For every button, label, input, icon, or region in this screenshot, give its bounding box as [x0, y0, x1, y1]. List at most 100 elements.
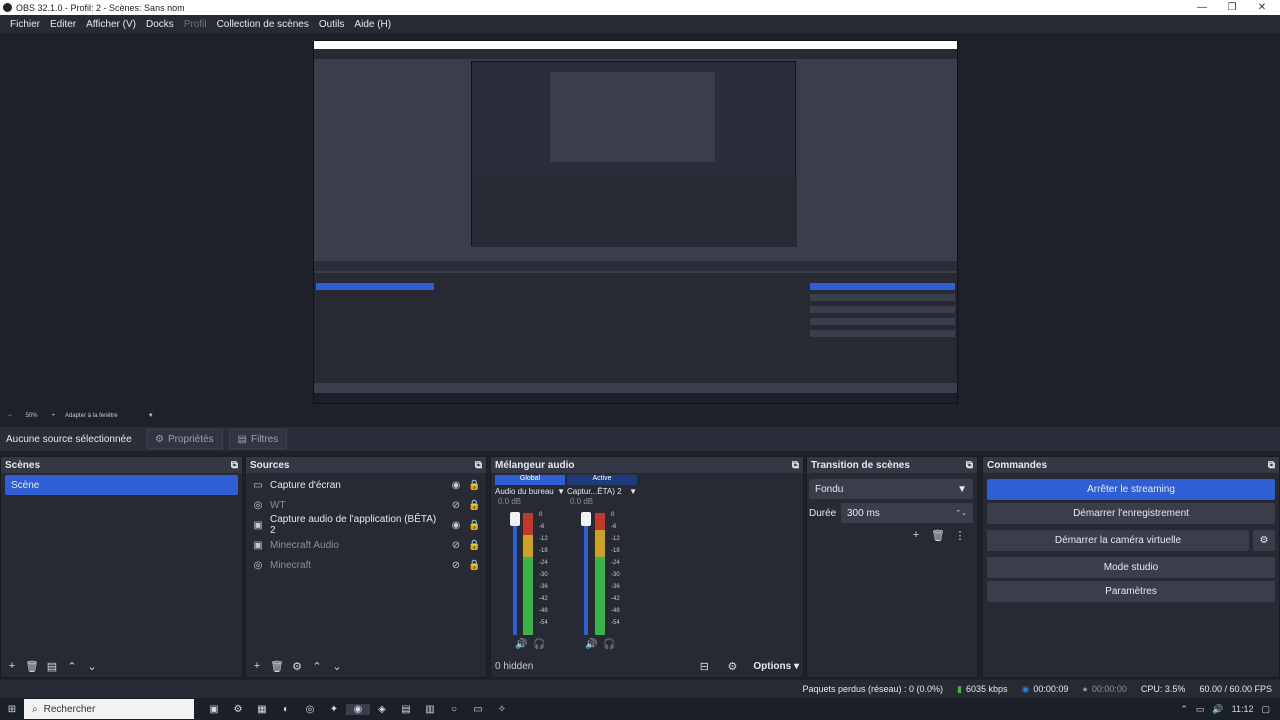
undock-icon[interactable]: ⧉ — [475, 460, 482, 471]
eye-hidden-icon[interactable]: ⊘ — [450, 540, 462, 551]
add-scene-icon[interactable]: + — [5, 660, 19, 672]
lock-icon[interactable]: 🔒 — [468, 560, 480, 571]
settings-button[interactable]: Paramètres — [987, 581, 1275, 602]
source-item[interactable]: ◎ WT ⊘ 🔒 — [246, 495, 486, 515]
speaker-icon[interactable]: 🔊 — [515, 639, 527, 650]
eye-icon[interactable]: ◉ — [450, 520, 462, 531]
trash-icon[interactable]: 🗑 — [270, 660, 284, 673]
volume-icon[interactable]: 🔊 — [1212, 704, 1223, 715]
zoom-mode-select[interactable]: Adapter à la fenêtre — [65, 413, 118, 419]
add-source-icon[interactable]: + — [250, 660, 264, 672]
menu-collection-scenes[interactable]: Collection de scènes — [212, 19, 314, 30]
eye-hidden-icon[interactable]: ⊘ — [450, 500, 462, 511]
move-up-icon[interactable]: ⌃ — [310, 660, 324, 673]
zoom-in-button[interactable]: + — [52, 413, 56, 419]
clock[interactable]: 11:12 — [1232, 704, 1254, 714]
channel-name-select[interactable]: Audio du bureau ▼ — [495, 485, 565, 497]
more-icon[interactable]: ⋮ — [953, 529, 967, 542]
nested-titlebar — [314, 41, 957, 49]
tray-chevron-icon[interactable]: ⌃ — [1180, 704, 1188, 715]
studio-mode-button[interactable]: Mode studio — [987, 557, 1275, 578]
meter-scale: 0 -6 -12 -18 -24 -30 -36 -42 -48 -54 — [611, 512, 620, 626]
opera-icon[interactable]: ○ — [442, 704, 466, 715]
meter-scale: 0 -6 -12 -18 -24 -30 -36 -42 -48 -54 — [539, 512, 548, 626]
lock-icon[interactable]: 🔒 — [468, 500, 480, 511]
zoom-out-button[interactable]: − — [8, 413, 12, 419]
channel-name-select[interactable]: Captur...ÊTA) 2 ▼ — [567, 485, 637, 497]
settings-app-icon[interactable]: ⚙ — [226, 704, 250, 715]
menu-outils[interactable]: Outils — [314, 19, 350, 30]
start-virtual-camera-button[interactable]: Démarrer la caméra virtuelle — [987, 530, 1249, 551]
filter-icon[interactable]: ▤ — [45, 660, 59, 673]
duration-spinbox[interactable]: 300 ms ⌃⌄ — [841, 503, 973, 523]
gear-icon[interactable]: ⚙ — [725, 660, 739, 673]
menu-docks[interactable]: Docks — [141, 19, 179, 30]
menu-afficher[interactable]: Afficher (V) — [81, 19, 141, 30]
taskbar-search[interactable]: ⌕ Rechercher — [24, 699, 194, 719]
close-icon[interactable]: ✕ — [1252, 0, 1272, 15]
obs-app-icon[interactable]: ◉ — [346, 703, 370, 715]
options-button[interactable]: Options ▾ — [753, 661, 799, 672]
menu-editer[interactable]: Editer — [45, 19, 81, 30]
taskview-icon[interactable]: ▣ — [202, 704, 226, 715]
source-item[interactable]: ▣ Minecraft Audio ⊘ 🔒 — [246, 535, 486, 555]
transition-select[interactable]: Fondu ▼ — [809, 479, 973, 499]
menu-aide[interactable]: Aide (H) — [349, 19, 396, 30]
move-down-icon[interactable]: ⌄ — [85, 660, 99, 673]
notification-icon[interactable]: ▢ — [1261, 704, 1270, 715]
app-icon[interactable]: ▥ — [418, 704, 442, 715]
minimize-icon[interactable]: — — [1192, 0, 1212, 15]
fps: 60.00 / 60.00 FPS — [1199, 684, 1272, 694]
firefox-icon[interactable]: ◐ — [274, 704, 298, 715]
undock-icon[interactable]: ⧉ — [792, 460, 799, 471]
source-item[interactable]: ▭ Capture d'écran ◉ 🔒 — [246, 475, 486, 495]
stop-streaming-button[interactable]: Arrêter le streaming — [987, 479, 1275, 500]
eye-icon[interactable]: ◉ — [450, 480, 462, 491]
scene-item[interactable]: Scène — [5, 475, 238, 495]
chevron-down-icon[interactable]: ▼ — [148, 413, 154, 419]
gear-icon[interactable]: ⚙ — [1253, 530, 1275, 551]
lock-icon[interactable]: 🔒 — [468, 520, 480, 531]
maximize-icon[interactable]: ❐ — [1222, 0, 1242, 15]
search-icon: ⌕ — [32, 703, 38, 715]
nested-menubar — [314, 49, 957, 59]
filters-button[interactable]: ▤ Filtres — [228, 429, 288, 449]
source-item[interactable]: ▣ Capture audio de l'application (BÊTA) … — [246, 514, 486, 536]
layout-icon[interactable]: ⊟ — [697, 660, 711, 673]
folder-icon[interactable]: ▭ — [466, 704, 490, 715]
menu-fichier[interactable]: Fichier — [5, 19, 45, 30]
menu-profil[interactable]: Profil — [179, 19, 212, 30]
preview-canvas[interactable] — [313, 40, 958, 404]
headphones-icon[interactable]: 🎧 — [603, 639, 615, 650]
network-icon[interactable]: ▭ — [1196, 704, 1205, 715]
source-item[interactable]: ◎ Minecraft ⊘ 🔒 — [246, 555, 486, 575]
app-icon[interactable]: ✧ — [490, 704, 514, 715]
app-icon[interactable]: ◈ — [370, 704, 394, 715]
app-icon[interactable]: ▤ — [394, 704, 418, 715]
eye-hidden-icon[interactable]: ⊘ — [450, 560, 462, 571]
properties-button[interactable]: ⚙ Propriétés — [146, 429, 223, 449]
headphones-icon[interactable]: 🎧 — [533, 639, 545, 650]
add-transition-icon[interactable]: + — [909, 529, 923, 542]
move-down-icon[interactable]: ⌄ — [330, 660, 344, 673]
trash-icon[interactable]: 🗑 — [25, 660, 39, 673]
undock-icon[interactable]: ⧉ — [231, 460, 238, 471]
volume-slider[interactable] — [513, 517, 517, 635]
start-recording-button[interactable]: Démarrer l'enregistrement — [987, 503, 1275, 524]
move-up-icon[interactable]: ⌃ — [65, 660, 79, 673]
windows-start-icon[interactable]: ⊞ — [0, 704, 24, 715]
volume-slider[interactable] — [584, 517, 588, 635]
app-icon[interactable]: ◎ — [298, 704, 322, 715]
trash-icon[interactable]: 🗑 — [931, 529, 945, 542]
undock-icon[interactable]: ⧉ — [966, 460, 973, 471]
app-icon[interactable]: ✦ — [322, 704, 346, 715]
audio-mixer-dock: Mélangeur audio ⧉ Global Audio du bureau… — [490, 456, 804, 678]
lock-icon[interactable]: 🔒 — [468, 480, 480, 491]
speaker-icon[interactable]: 🔊 — [585, 639, 597, 650]
lock-icon[interactable]: 🔒 — [468, 540, 480, 551]
volume-slider-handle[interactable] — [581, 512, 591, 526]
volume-slider-handle[interactable] — [510, 512, 520, 526]
store-icon[interactable]: ▦ — [250, 704, 274, 715]
undock-icon[interactable]: ⧉ — [1268, 460, 1275, 471]
gear-icon[interactable]: ⚙ — [290, 660, 304, 673]
